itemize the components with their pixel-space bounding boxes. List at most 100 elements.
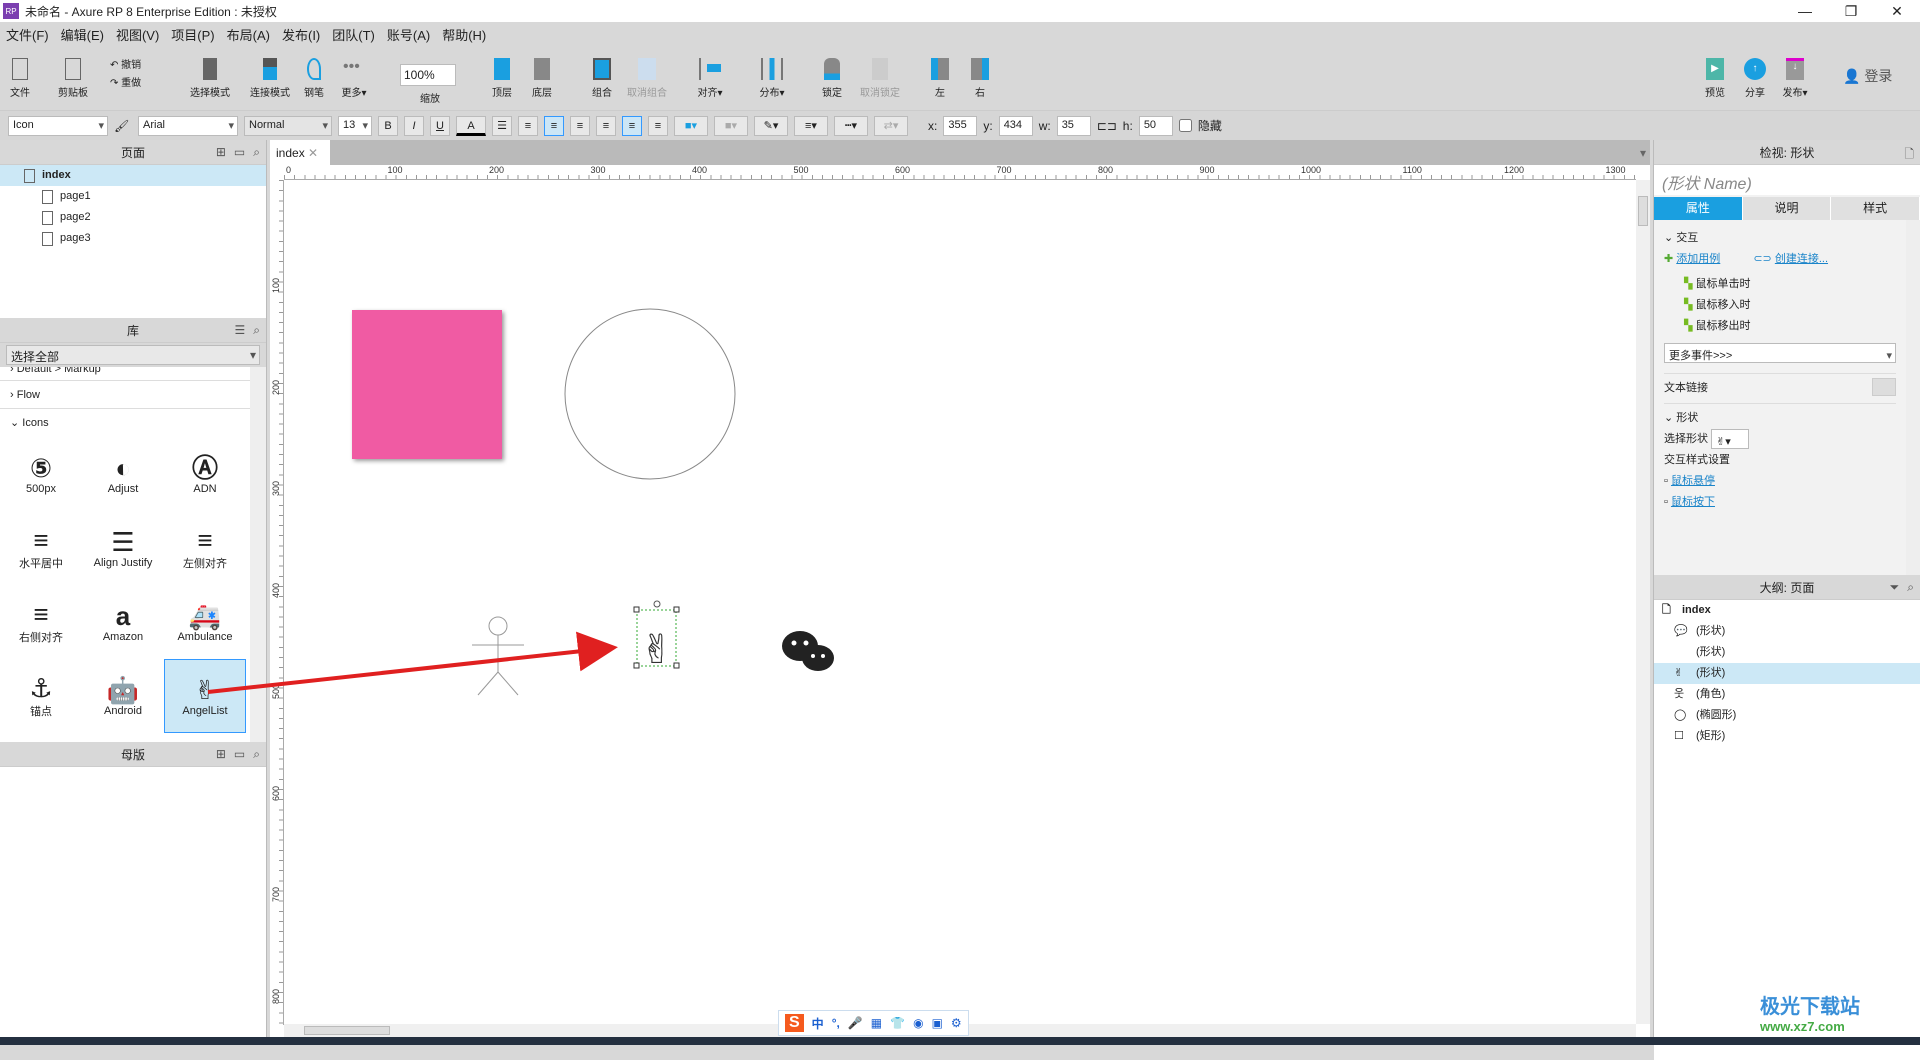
share-button[interactable]: ↑ 分享 [1735,58,1775,99]
outline-root[interactable]: 🗋 index [1654,600,1920,621]
fill-color-button[interactable]: ■▾ [674,115,708,136]
mousedown-link[interactable]: 鼠标按下 [1671,496,1715,508]
style-select[interactable]: Icon [8,115,108,136]
undo-button[interactable]: ↶ 撤销 [110,56,141,71]
zoom-select[interactable]: 100% [400,64,456,86]
vertical-scrollbar[interactable] [1636,180,1650,1024]
menu-help[interactable]: 帮助(H) [442,25,486,44]
outline-item[interactable]: 💬 (形状) [1654,621,1920,642]
event-onclick[interactable]: ▚ 鼠标单击时 [1684,274,1896,295]
publish-button[interactable]: ↓ 发布▾ [1775,58,1815,99]
shape-name-field[interactable]: (形状 Name) [1654,165,1920,195]
outline-item[interactable]: (形状) [1654,642,1920,663]
library-icon-右侧对齐[interactable]: ≡ 右侧对齐 [0,585,82,659]
arrow-style-button[interactable]: ⇄▾ [874,115,908,136]
page-item-page2[interactable]: page2 [0,207,266,228]
search-icon[interactable]: ⌕ [253,747,260,762]
add-case-link[interactable]: 添加用例 [1676,253,1720,265]
menu-file[interactable]: 文件(F) [6,25,49,44]
bold-button[interactable]: B [378,115,398,136]
login-button[interactable]: 👤 登录 [1843,66,1892,86]
preview-button[interactable]: ▶ 预览 [1695,58,1735,99]
event-onmouseenter[interactable]: ▚ 鼠标移入时 [1684,295,1896,316]
library-icon-adjust[interactable]: ◐ Adjust [82,437,164,511]
line-color-button[interactable]: ✎▾ [754,115,788,136]
library-icon-adn[interactable]: Ⓐ ADN [164,437,246,511]
interaction-section[interactable]: ⌄ 交互 [1664,228,1896,249]
select-shape-dropdown[interactable]: ✌▾ [1711,429,1750,450]
hidden-checkbox[interactable] [1178,119,1192,132]
menu-icon[interactable]: ☰ [235,323,246,338]
font-select[interactable]: Arial [138,115,238,136]
library-icon-水平居中[interactable]: ≡ 水平居中 [0,511,82,585]
tab-properties[interactable]: 属性 [1654,197,1743,220]
minimize-button[interactable]: — [1782,0,1828,22]
add-page-icon[interactable]: ⊞ [216,145,226,160]
search-icon[interactable]: ⌕ [253,323,260,338]
tab-notes[interactable]: 说明 [1742,197,1832,220]
font-color-button[interactable]: A [456,115,486,136]
library-group-default[interactable]: › Default > Markup [0,367,250,381]
group-button[interactable]: 组合 [582,58,622,99]
outline-item[interactable]: 웃 (角色) [1654,684,1920,705]
library-icon-align-justify[interactable]: ☰ Align Justify [82,511,164,585]
menu-view[interactable]: 视图(V) [116,25,159,44]
close-button[interactable]: ✕ [1874,0,1920,22]
italic-button[interactable]: I [404,115,424,136]
pen-button[interactable]: 钢笔 [294,58,334,99]
outline-item[interactable]: ☐ (矩形) [1654,726,1920,747]
redo-button[interactable]: ↷ 重做 [110,74,141,89]
bullet-list-button[interactable]: ☰ [492,115,512,136]
align-left-button[interactable]: ≡ [518,115,538,136]
menu-project[interactable]: 项目(P) [171,25,214,44]
search-icon[interactable]: ⌕ [1907,580,1914,595]
library-icon-amazon[interactable]: a Amazon [82,585,164,659]
more-button[interactable]: ••• 更多▾ [334,58,374,99]
restore-button[interactable]: ❐ [1828,0,1874,22]
bring-front-button[interactable]: 顶层 [482,58,522,99]
valign-middle-button[interactable]: ≡ [622,115,642,136]
page-item-page1[interactable]: page1 [0,186,266,207]
valign-top-button[interactable]: ≡ [596,115,616,136]
tab-style[interactable]: 样式 [1831,197,1920,220]
library-icon-左侧对齐[interactable]: ≡ 左侧对齐 [164,511,246,585]
filter-icon[interactable]: ⏷ [1890,580,1900,595]
send-back-button[interactable]: 底层 [522,58,562,99]
right-panel-toggle[interactable]: 右 [960,58,1000,99]
shape-section[interactable]: ⌄ 形状 [1664,403,1896,429]
select-mode-button[interactable]: 选择模式 [180,58,240,99]
w-field[interactable]: 35 [1056,115,1091,136]
ungroup-button[interactable]: 取消组合 [622,58,672,99]
more-events-select[interactable]: 更多事件>>> [1664,343,1896,367]
font-size-select[interactable]: 13 [338,115,372,136]
mouseover-link[interactable]: 鼠标悬停 [1671,475,1715,487]
outline-item[interactable]: ◯ (椭圆形) [1654,705,1920,726]
line-width-button[interactable]: ≡▾ [794,115,828,136]
format-painter-icon[interactable]: 🖌 [114,119,132,133]
ime-toolbar[interactable]: S 中 °, 🎤 ▦ 👕 ◉ ▣ ⚙ [778,1010,969,1036]
outline-item[interactable]: ✌ (形状) [1654,663,1920,684]
unlock-button[interactable]: 取消锁定 [855,58,905,99]
shadow-button[interactable]: ■▾ [714,115,748,136]
underline-button[interactable]: U [430,115,450,136]
menu-publish[interactable]: 发布(I) [282,25,320,44]
h-field[interactable]: 50 [1138,115,1173,136]
library-icon-500px[interactable]: ⑤ 500px [0,437,82,511]
lock-ratio-icon[interactable]: ⊏⊐ [1097,119,1117,133]
lock-button[interactable]: 锁定 [812,58,852,99]
search-icon[interactable]: ⌕ [253,145,260,160]
library-icon-ambulance[interactable]: 🚑 Ambulance [164,585,246,659]
add-folder-icon[interactable]: ▭ [234,145,245,160]
library-icon-android[interactable]: 🤖 Android [82,659,164,733]
distribute-button[interactable]: 分布▾ [752,58,792,99]
menu-team[interactable]: 团队(T) [332,25,375,44]
y-field[interactable]: 434 [998,115,1033,136]
clipboard-button[interactable]: 剪贴板 [53,58,93,99]
library-icon-锚点[interactable]: ⚓ 锚点 [0,659,82,733]
font-weight-select[interactable]: Normal [244,115,332,136]
library-group-flow[interactable]: › Flow [0,381,250,409]
menu-layout[interactable]: 布局(A) [227,25,270,44]
add-folder-icon[interactable]: ▭ [234,747,245,762]
menu-edit[interactable]: 编辑(E) [61,25,104,44]
align-button[interactable]: 对齐▾ [690,58,730,99]
